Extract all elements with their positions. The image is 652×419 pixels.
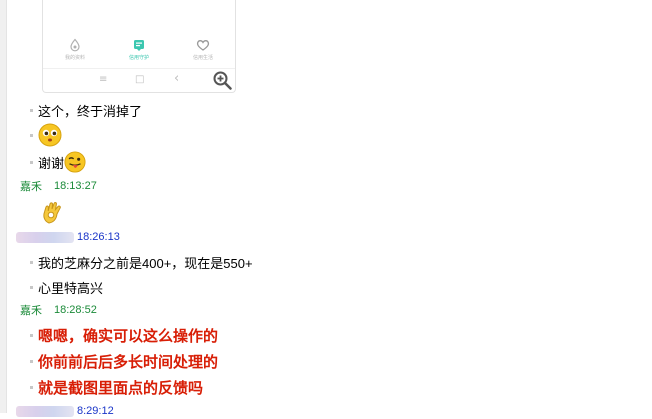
message-timestamp: 18:13:27 (54, 180, 97, 192)
blurred-sender-name[interactable] (16, 231, 74, 243)
chat-message[interactable]: 心里特高兴 (30, 276, 103, 298)
chat-message[interactable] (30, 123, 62, 147)
message-text: 嗯嗯，确实可以这么操作的 (38, 326, 219, 345)
message-timestamp: 18:28:52 (54, 304, 97, 316)
chat-message[interactable]: 这个，终于消掉了 (30, 99, 142, 121)
menu-icon: ≡ (99, 74, 108, 85)
message-header: 18:26:13 (16, 229, 120, 245)
message-bullet (30, 133, 33, 137)
chat-message[interactable]: 嗯嗯，确实可以这么操作的 (30, 323, 218, 347)
happy-face-emoji (38, 123, 62, 147)
sender-name[interactable]: 嘉禾 (20, 302, 42, 318)
message-header: 嘉禾 18:28:52 (20, 302, 97, 318)
phone-tab-credit-life: 信用生活 (171, 38, 235, 66)
message-text: 你前前后后多长时间处理的 (38, 352, 219, 371)
phone-tab-credit-guard: 信用守护 (107, 38, 171, 66)
window-left-border (0, 0, 7, 413)
back-icon: ‹ (174, 71, 180, 86)
shield-icon (134, 40, 144, 51)
message-header: 嘉禾 18:13:27 (20, 178, 97, 194)
sender-name[interactable]: 嘉禾 (20, 178, 42, 194)
wallet-icon (70, 38, 80, 52)
chat-message[interactable]: 我的芝麻分之前是400+，现在是550+ (30, 251, 253, 273)
message-bullet (30, 160, 33, 164)
message-bullet (30, 260, 33, 264)
phone-tab-my-profile: 我的资料 (43, 38, 107, 66)
message-bullet (30, 108, 33, 112)
message-text: 谢谢 (38, 155, 65, 171)
message-bullet (30, 359, 33, 363)
tongue-face-emoji (64, 151, 86, 173)
message-bullet (30, 285, 33, 289)
message-text: 心里特高兴 (38, 280, 104, 296)
embedded-phone-screenshot[interactable]: 我的资料 信用守护 信用生活 ≡ □ ‹ (42, 0, 236, 93)
home-icon: □ (135, 74, 145, 85)
message-timestamp: 18:26:13 (77, 231, 120, 243)
ok-hand-emoji (43, 202, 61, 224)
message-header: 8:29:12 (16, 403, 114, 419)
phone-tab-bar: 我的资料 信用守护 信用生活 (43, 38, 235, 66)
message-bullet (30, 333, 33, 337)
message-bullet (30, 385, 33, 389)
phone-nav-bar: ≡ □ ‹ (43, 68, 235, 91)
message-timestamp: 8:29:12 (77, 405, 114, 417)
zoom-in-icon[interactable] (212, 70, 232, 90)
message-text: 这个，终于消掉了 (38, 103, 143, 119)
blurred-sender-name[interactable] (16, 405, 74, 417)
chat-message[interactable]: 谢谢 (30, 151, 86, 173)
chat-message[interactable]: 你前前后后多长时间处理的 (30, 349, 218, 373)
heart-icon (196, 40, 210, 51)
message-text: 我的芝麻分之前是400+，现在是550+ (38, 255, 253, 271)
message-text: 就是截图里面点的反馈吗 (38, 378, 204, 397)
chat-message[interactable]: 就是截图里面点的反馈吗 (30, 375, 203, 399)
chat-message[interactable] (40, 199, 66, 225)
